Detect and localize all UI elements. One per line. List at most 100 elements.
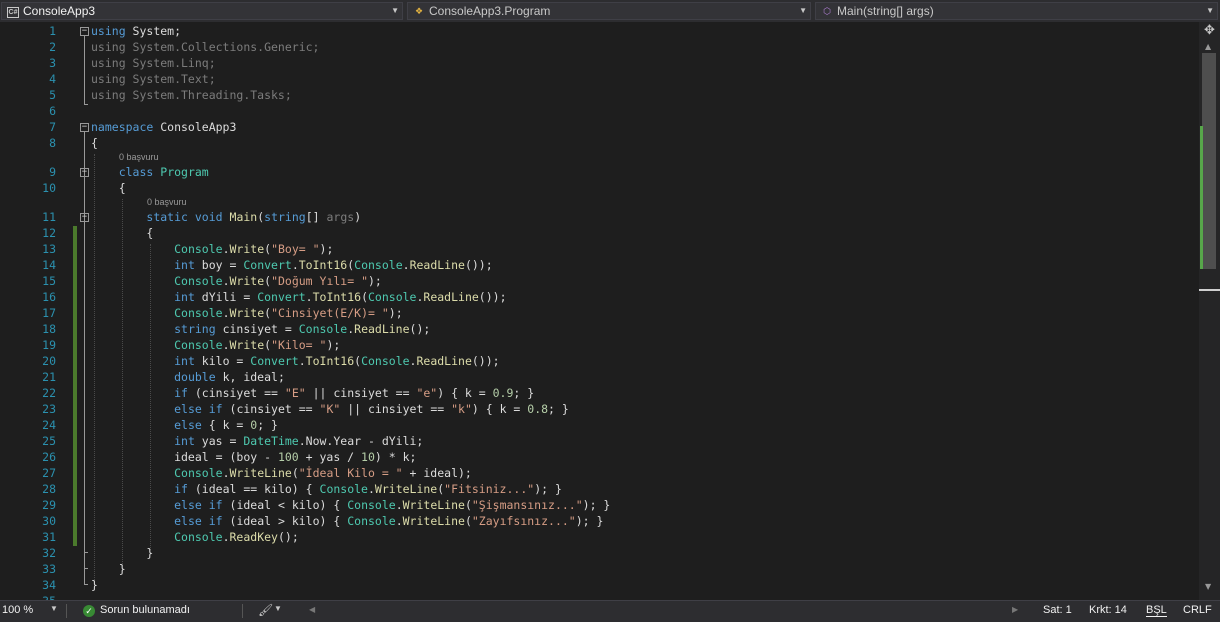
line-number: 28 bbox=[42, 482, 56, 496]
code-line[interactable]: using System; bbox=[91, 23, 181, 39]
code-line[interactable]: class Program bbox=[91, 164, 209, 180]
chevron-down-icon: ▼ bbox=[1206, 6, 1214, 15]
code-line[interactable]: int kilo = Convert.ToInt16(Console.ReadL… bbox=[91, 353, 499, 369]
chevron-down-icon: ▼ bbox=[799, 6, 807, 15]
line-number: 15 bbox=[42, 274, 56, 288]
scroll-left-arrow-icon[interactable]: ◀ bbox=[309, 605, 315, 614]
line-number: 31 bbox=[42, 530, 56, 544]
code-line[interactable]: using System.Linq; bbox=[91, 55, 216, 71]
outline-line bbox=[84, 36, 85, 104]
code-line[interactable]: { bbox=[91, 135, 98, 151]
line-number: 22 bbox=[42, 386, 56, 400]
code-line[interactable]: Console.Write("Boy= "); bbox=[91, 241, 333, 257]
column-indicator[interactable]: Krkt: 14 bbox=[1089, 604, 1127, 616]
collapse-namespace-toggle[interactable]: − bbox=[80, 123, 89, 132]
separator bbox=[242, 604, 243, 618]
line-number: 27 bbox=[42, 466, 56, 480]
chevron-down-icon[interactable]: ▼ bbox=[274, 604, 282, 613]
outline-end bbox=[84, 552, 88, 553]
type-dropdown-label: ConsoleApp3.Program bbox=[429, 4, 551, 18]
code-line[interactable]: Console.Write("Doğum Yılı= "); bbox=[91, 273, 382, 289]
outline-end bbox=[84, 104, 88, 105]
code-line[interactable]: Console.WriteLine("İdeal Kilo = " + idea… bbox=[91, 465, 472, 481]
scroll-up-arrow-icon[interactable]: ▲ bbox=[1205, 42, 1211, 51]
member-dropdown[interactable]: ⬡ Main(string[] args) ▼ bbox=[815, 2, 1218, 20]
caret-position-marker bbox=[1199, 289, 1220, 291]
code-line[interactable]: static void Main(string[] args) bbox=[91, 209, 361, 225]
code-line[interactable]: } bbox=[91, 561, 126, 577]
collapse-class-toggle[interactable]: − bbox=[80, 168, 89, 177]
type-dropdown[interactable]: ❖ ConsoleApp3.Program ▼ bbox=[407, 2, 811, 20]
line-number: 14 bbox=[42, 258, 56, 272]
line-number: 13 bbox=[42, 242, 56, 256]
code-line[interactable]: else if (ideal > kilo) { Console.WriteLi… bbox=[91, 513, 603, 529]
line-number: 7 bbox=[49, 120, 56, 134]
vertical-scrollbar[interactable]: ✥ ▲ ▼ bbox=[1199, 22, 1220, 600]
code-line[interactable]: Console.ReadKey(); bbox=[91, 529, 299, 545]
line-number: 9 bbox=[49, 165, 56, 179]
outline-end bbox=[84, 568, 88, 569]
line-number: 23 bbox=[42, 402, 56, 416]
code-line[interactable]: Console.Write("Cinsiyet(E/K)= "); bbox=[91, 305, 403, 321]
code-line[interactable]: using System.Threading.Tasks; bbox=[91, 87, 292, 103]
line-indicator[interactable]: Sat: 1 bbox=[1043, 604, 1072, 616]
code-line[interactable]: if (cinsiyet == "E" || cinsiyet == "e") … bbox=[91, 385, 534, 401]
scroll-down-arrow-icon[interactable]: ▼ bbox=[1205, 582, 1211, 591]
line-number: 16 bbox=[42, 290, 56, 304]
change-marker bbox=[1200, 126, 1203, 269]
line-number: 34 bbox=[42, 578, 56, 592]
code-line[interactable]: using System.Text; bbox=[91, 71, 216, 87]
line-number: 1 bbox=[49, 24, 56, 38]
line-number: 11 bbox=[42, 210, 56, 224]
code-line[interactable]: } bbox=[91, 545, 153, 561]
chevron-down-icon: ▼ bbox=[391, 6, 399, 15]
chevron-down-icon[interactable]: ▼ bbox=[50, 604, 58, 613]
line-number: 30 bbox=[42, 514, 56, 528]
code-line[interactable]: string cinsiyet = Console.ReadLine(); bbox=[91, 321, 430, 337]
code-line[interactable]: double k, ideal; bbox=[91, 369, 285, 385]
member-dropdown-label: Main(string[] args) bbox=[837, 4, 934, 18]
code-line[interactable]: int dYili = Convert.ToInt16(Console.Read… bbox=[91, 289, 506, 305]
code-line[interactable]: using System.Collections.Generic; bbox=[91, 39, 319, 55]
split-window-icon[interactable]: ✥ bbox=[1203, 24, 1216, 37]
code-line[interactable]: int boy = Convert.ToInt16(Console.ReadLi… bbox=[91, 257, 493, 273]
issues-indicator[interactable]: Sorun bulunamadı bbox=[100, 604, 190, 616]
method-icon: ⬡ bbox=[823, 6, 831, 16]
code-line[interactable]: Console.Write("Kilo= "); bbox=[91, 337, 340, 353]
line-number: 18 bbox=[42, 322, 56, 336]
code-line[interactable]: else if (ideal < kilo) { Console.WriteLi… bbox=[91, 497, 610, 513]
code-cleanup-brush-icon[interactable]: 🖌 bbox=[258, 603, 273, 617]
insert-mode-indicator[interactable]: BŞL bbox=[1146, 604, 1167, 617]
project-dropdown[interactable]: C# ConsoleApp3 ▼ bbox=[1, 2, 403, 20]
outline-end bbox=[84, 584, 88, 585]
scrollbar-thumb[interactable] bbox=[1202, 53, 1216, 269]
separator bbox=[66, 604, 67, 618]
code-line[interactable]: else if (cinsiyet == "K" || cinsiyet == … bbox=[91, 401, 569, 417]
collapse-usings-toggle[interactable]: − bbox=[80, 27, 89, 36]
code-line[interactable]: } bbox=[91, 577, 98, 593]
code-line[interactable]: int yas = DateTime.Now.Year - dYili; bbox=[91, 433, 423, 449]
line-ending-indicator[interactable]: CRLF bbox=[1183, 604, 1212, 616]
line-number: 21 bbox=[42, 370, 56, 384]
line-number: 24 bbox=[42, 418, 56, 432]
line-number: 5 bbox=[49, 88, 56, 102]
code-line[interactable]: ideal = (boy - 100 + yas / 10) * k; bbox=[91, 449, 416, 465]
line-number: 3 bbox=[49, 56, 56, 70]
scroll-right-arrow-icon[interactable]: ▶ bbox=[1012, 605, 1018, 614]
collapse-method-toggle[interactable]: − bbox=[80, 213, 89, 222]
line-number: 10 bbox=[42, 181, 56, 195]
code-line[interactable]: else { k = 0; } bbox=[91, 417, 278, 433]
code-line[interactable]: if (ideal == kilo) { Console.WriteLine("… bbox=[91, 481, 562, 497]
codelens-class-references[interactable]: 0 başvuru bbox=[119, 152, 159, 162]
line-number: 2 bbox=[49, 40, 56, 54]
codelens-method-references[interactable]: 0 başvuru bbox=[147, 197, 187, 207]
zoom-level[interactable]: 100 % bbox=[2, 604, 33, 616]
line-number: 26 bbox=[42, 450, 56, 464]
code-editor[interactable]: − − − − 0 başvuru 0 başvuru 1 using Syste… bbox=[0, 22, 1199, 600]
line-number: 20 bbox=[42, 354, 56, 368]
code-line[interactable]: { bbox=[91, 180, 126, 196]
code-line[interactable]: { bbox=[91, 225, 153, 241]
navigation-bar: C# ConsoleApp3 ▼ ❖ ConsoleApp3.Program ▼… bbox=[0, 0, 1220, 22]
code-line[interactable]: namespace ConsoleApp3 bbox=[91, 119, 236, 135]
line-number: 6 bbox=[49, 104, 56, 118]
